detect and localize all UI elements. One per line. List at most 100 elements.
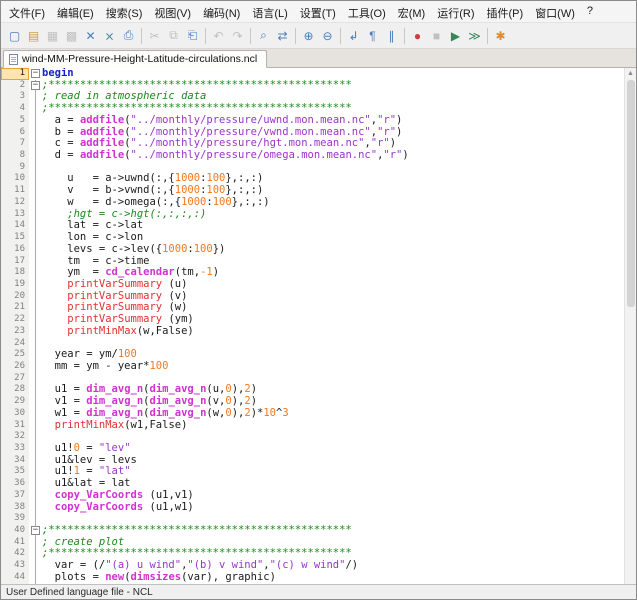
fold-margin bbox=[29, 478, 42, 490]
fold-margin bbox=[29, 314, 42, 326]
open-file-icon[interactable]: ▤ bbox=[25, 27, 42, 45]
code-text: printMinMax(w1,False) bbox=[42, 420, 624, 432]
paste-icon[interactable]: ⎗ bbox=[184, 27, 201, 45]
fold-margin bbox=[29, 560, 42, 572]
fold-collapse-icon[interactable]: − bbox=[31, 69, 40, 78]
fold-collapse-icon[interactable]: − bbox=[31, 526, 40, 535]
find-icon[interactable]: ⌕ bbox=[255, 27, 272, 45]
print-icon[interactable]: ⎙ bbox=[120, 27, 137, 45]
code-line[interactable]: 26 mm = ym - year*100 bbox=[1, 361, 624, 373]
line-number: 43 bbox=[1, 560, 29, 572]
line-number: 41 bbox=[1, 537, 29, 549]
line-number: 1 bbox=[1, 68, 29, 80]
line-number: 35 bbox=[1, 466, 29, 478]
fold-margin bbox=[29, 244, 42, 256]
menu-item-view[interactable]: 视图(V) bbox=[148, 1, 197, 22]
menu-item-plugins[interactable]: 插件(P) bbox=[481, 1, 530, 22]
toolbar-separator bbox=[340, 28, 341, 44]
menu-item-encoding[interactable]: 编码(N) bbox=[197, 1, 246, 22]
fold-margin bbox=[29, 455, 42, 467]
line-number: 33 bbox=[1, 443, 29, 455]
indent-guide-icon[interactable]: ∥ bbox=[383, 27, 400, 45]
fold-collapse-icon[interactable]: − bbox=[31, 81, 40, 90]
code-editor[interactable]: 1−begin2−;******************************… bbox=[1, 68, 636, 584]
code-text: ;***************************************… bbox=[42, 525, 624, 537]
line-number: 32 bbox=[1, 431, 29, 443]
word-wrap-icon[interactable]: ↲ bbox=[345, 27, 362, 45]
scroll-up-icon[interactable]: ▲ bbox=[627, 68, 634, 79]
fold-margin bbox=[29, 326, 42, 338]
fold-margin bbox=[29, 162, 42, 174]
fold-margin bbox=[29, 173, 42, 185]
fold-margin bbox=[29, 220, 42, 232]
menu-item-edit[interactable]: 编辑(E) bbox=[51, 1, 100, 22]
play-macro-icon[interactable]: ▶ bbox=[447, 27, 464, 45]
toolbar-separator bbox=[141, 28, 142, 44]
line-number: 11 bbox=[1, 185, 29, 197]
fold-margin bbox=[29, 150, 42, 162]
undo-icon[interactable]: ↶ bbox=[210, 27, 227, 45]
cut-icon[interactable]: ✂ bbox=[146, 27, 163, 45]
fold-margin: − bbox=[29, 80, 42, 92]
line-number: 38 bbox=[1, 502, 29, 514]
line-number: 26 bbox=[1, 361, 29, 373]
menu-item-settings[interactable]: 设置(T) bbox=[294, 1, 342, 22]
line-number: 30 bbox=[1, 408, 29, 420]
close-file-icon[interactable]: ✕ bbox=[82, 27, 99, 45]
menu-item-file[interactable]: 文件(F) bbox=[3, 1, 51, 22]
show-all-characters-icon[interactable]: ¶ bbox=[364, 27, 381, 45]
fold-margin bbox=[29, 490, 42, 502]
copy-icon[interactable]: ⧉ bbox=[165, 27, 182, 45]
menu-bar: 文件(F)编辑(E)搜索(S)视图(V)编码(N)语言(L)设置(T)工具(O)… bbox=[1, 1, 636, 23]
line-number: 40 bbox=[1, 525, 29, 537]
menu-item-run[interactable]: 运行(R) bbox=[431, 1, 480, 22]
line-number: 36 bbox=[1, 478, 29, 490]
line-number: 27 bbox=[1, 373, 29, 385]
code-line[interactable]: 38 copy_VarCoords (u1,w1) bbox=[1, 502, 624, 514]
scrollbar-thumb[interactable] bbox=[627, 80, 635, 307]
stop-macro-icon[interactable]: ■ bbox=[428, 27, 445, 45]
line-number: 3 bbox=[1, 91, 29, 103]
line-number: 23 bbox=[1, 326, 29, 338]
line-number: 6 bbox=[1, 127, 29, 139]
fold-margin bbox=[29, 384, 42, 396]
code-line[interactable]: 44 plots = new(dimsizes(var), graphic) bbox=[1, 572, 624, 584]
record-macro-icon[interactable]: ● bbox=[409, 27, 426, 45]
fold-margin bbox=[29, 349, 42, 361]
new-file-icon[interactable]: ▢ bbox=[6, 27, 23, 45]
zoom-out-icon[interactable]: ⊖ bbox=[319, 27, 336, 45]
menu-item-help[interactable]: ? bbox=[581, 1, 599, 22]
line-number: 5 bbox=[1, 115, 29, 127]
code-line[interactable]: 8 d = addfile("../monthly/pressure/omega… bbox=[1, 150, 624, 162]
replace-icon[interactable]: ⇄ bbox=[274, 27, 291, 45]
fold-margin bbox=[29, 185, 42, 197]
plugin-icon[interactable]: ✱ bbox=[492, 27, 509, 45]
zoom-in-icon[interactable]: ⊕ bbox=[300, 27, 317, 45]
tab-ncl-file[interactable]: wind-MM-Pressure-Height-Latitude-circula… bbox=[3, 50, 267, 68]
menu-item-macro[interactable]: 宏(M) bbox=[392, 1, 432, 22]
code-line[interactable]: 31 printMinMax(w1,False) bbox=[1, 420, 624, 432]
code-text: plots = new(dimsizes(var), graphic) bbox=[42, 572, 624, 584]
menu-item-search[interactable]: 搜索(S) bbox=[100, 1, 149, 22]
toolbar-separator bbox=[205, 28, 206, 44]
menu-item-language[interactable]: 语言(L) bbox=[246, 1, 293, 22]
line-number: 14 bbox=[1, 220, 29, 232]
menu-item-tools[interactable]: 工具(O) bbox=[342, 1, 392, 22]
fold-margin bbox=[29, 408, 42, 420]
line-number: 7 bbox=[1, 138, 29, 150]
notepad-window: 文件(F)编辑(E)搜索(S)视图(V)编码(N)语言(L)设置(T)工具(O)… bbox=[0, 0, 637, 600]
save-file-icon[interactable]: ▦ bbox=[44, 27, 61, 45]
code-text: printMinMax(w,False) bbox=[42, 326, 624, 338]
close-all-icon[interactable]: ⨯ bbox=[101, 27, 118, 45]
code-line[interactable]: 23 printMinMax(w,False) bbox=[1, 326, 624, 338]
code-text: d = addfile("../monthly/pressure/omega.m… bbox=[42, 150, 624, 162]
fold-margin bbox=[29, 513, 42, 525]
line-number: 19 bbox=[1, 279, 29, 291]
line-number: 10 bbox=[1, 173, 29, 185]
vertical-scrollbar[interactable]: ▲ bbox=[624, 68, 636, 584]
menu-item-window[interactable]: 窗口(W) bbox=[529, 1, 581, 22]
fold-margin bbox=[29, 396, 42, 408]
save-all-icon[interactable]: ▩ bbox=[63, 27, 80, 45]
run-macro-multiple-icon[interactable]: ≫ bbox=[466, 27, 483, 45]
redo-icon[interactable]: ↷ bbox=[229, 27, 246, 45]
